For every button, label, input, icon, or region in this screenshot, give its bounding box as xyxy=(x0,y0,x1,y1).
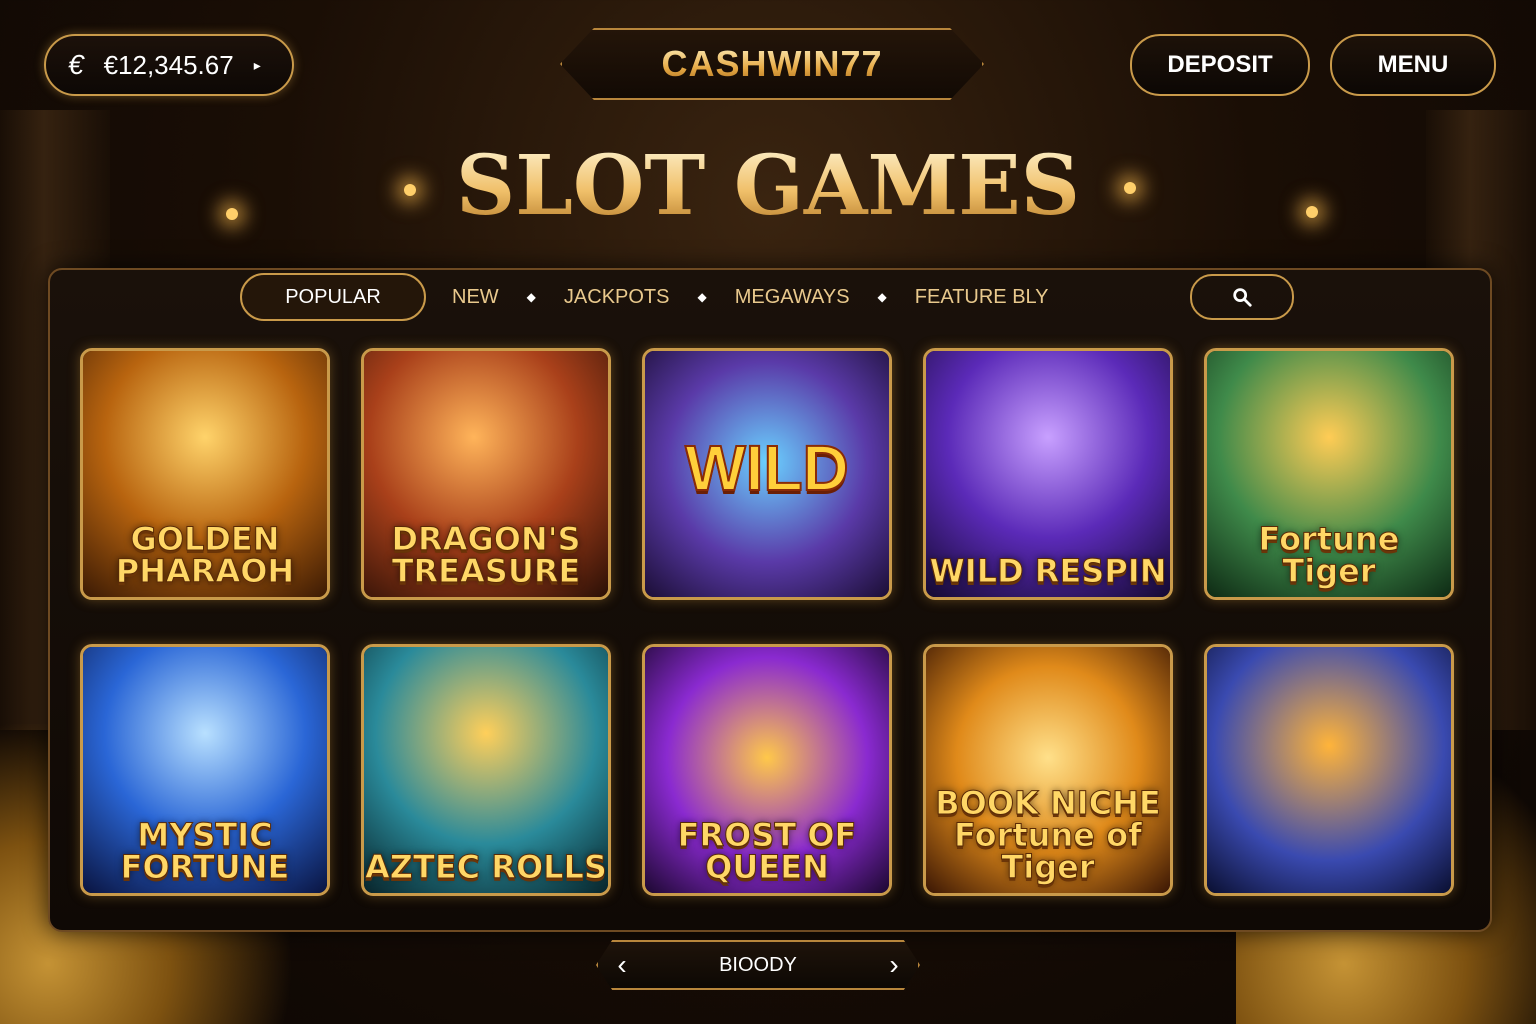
game-title: BOOK NICHE Fortune of Tiger xyxy=(935,784,1162,886)
balance-display[interactable]: € €12,345.67 ▸ xyxy=(44,34,294,96)
logo-plate: CASHWIN77 xyxy=(560,28,984,100)
chevron-right-icon[interactable]: › xyxy=(880,949,908,981)
games-grid: GOLDEN PHARAOH DRAGON'S TREASURE WILD WI… xyxy=(80,348,1454,896)
games-panel: POPULAR NEW ◆ JACKPOTS ◆ MEGAWAYS ◆ FEAT… xyxy=(48,268,1492,932)
deposit-button[interactable]: DEPOSIT xyxy=(1130,34,1310,96)
search-icon xyxy=(1233,288,1252,307)
tab-separator: ◆ xyxy=(526,290,536,304)
tab-separator: ◆ xyxy=(877,290,887,304)
tab-megaways[interactable]: MEGAWAYS xyxy=(709,275,876,319)
tab-popular[interactable]: POPULAR xyxy=(240,273,426,321)
game-tile-wild[interactable]: WILD xyxy=(642,348,892,600)
top-bar: € €12,345.67 ▸ CASHWIN77 DEPOSIT MENU xyxy=(0,20,1536,110)
tab-feature[interactable]: FEATURE BLY xyxy=(889,275,1075,319)
pagination: ‹ BIOODY › xyxy=(596,940,920,990)
currency-icon: € xyxy=(68,49,84,80)
pagination-label: BIOODY xyxy=(719,953,797,976)
page-title: SLOT GAMES xyxy=(0,138,1536,234)
game-tile-wild-respin[interactable]: WILD RESPIN xyxy=(923,348,1173,600)
balance-chevron-icon: ▸ xyxy=(253,56,261,73)
game-title: WILD RESPIN xyxy=(929,552,1167,590)
balance-amount: €12,345.67 xyxy=(103,49,234,80)
game-title: GOLDEN PHARAOH xyxy=(115,520,295,590)
game-art xyxy=(1207,647,1451,893)
game-tile-mystic-fortune[interactable]: MYSTIC FORTUNE xyxy=(80,644,330,896)
menu-button[interactable]: MENU xyxy=(1330,34,1496,96)
game-tile-golden-pharaoh[interactable]: GOLDEN PHARAOH xyxy=(80,348,330,600)
game-tile-fortune-tiger[interactable]: Fortune Tiger xyxy=(1204,348,1454,600)
game-title: Fortune Tiger xyxy=(1258,520,1400,590)
tab-jackpots[interactable]: JACKPOTS xyxy=(538,275,696,319)
category-tabs: POPULAR NEW ◆ JACKPOTS ◆ MEGAWAYS ◆ FEAT… xyxy=(240,273,1075,321)
game-title: DRAGON'S TREASURE xyxy=(391,520,581,590)
chevron-left-icon[interactable]: ‹ xyxy=(608,949,636,981)
game-title: MYSTIC FORTUNE xyxy=(120,816,290,886)
game-tile-tiger[interactable] xyxy=(1204,644,1454,896)
game-title: AZTEC ROLLS xyxy=(365,848,608,886)
game-tile-dragons-treasure[interactable]: DRAGON'S TREASURE xyxy=(361,348,611,600)
tab-new[interactable]: NEW xyxy=(426,275,525,319)
wild-badge: WILD xyxy=(684,431,850,505)
game-title: FROST OF QUEEN xyxy=(677,816,857,886)
tab-separator: ◆ xyxy=(697,290,707,304)
search-button[interactable] xyxy=(1190,274,1294,320)
game-tile-frost-of-queen[interactable]: FROST OF QUEEN xyxy=(642,644,892,896)
game-tile-aztec-rolls[interactable]: AZTEC ROLLS xyxy=(361,644,611,896)
game-tile-book-niche[interactable]: BOOK NICHE Fortune of Tiger xyxy=(923,644,1173,896)
site-logo: CASHWIN77 xyxy=(661,43,883,84)
